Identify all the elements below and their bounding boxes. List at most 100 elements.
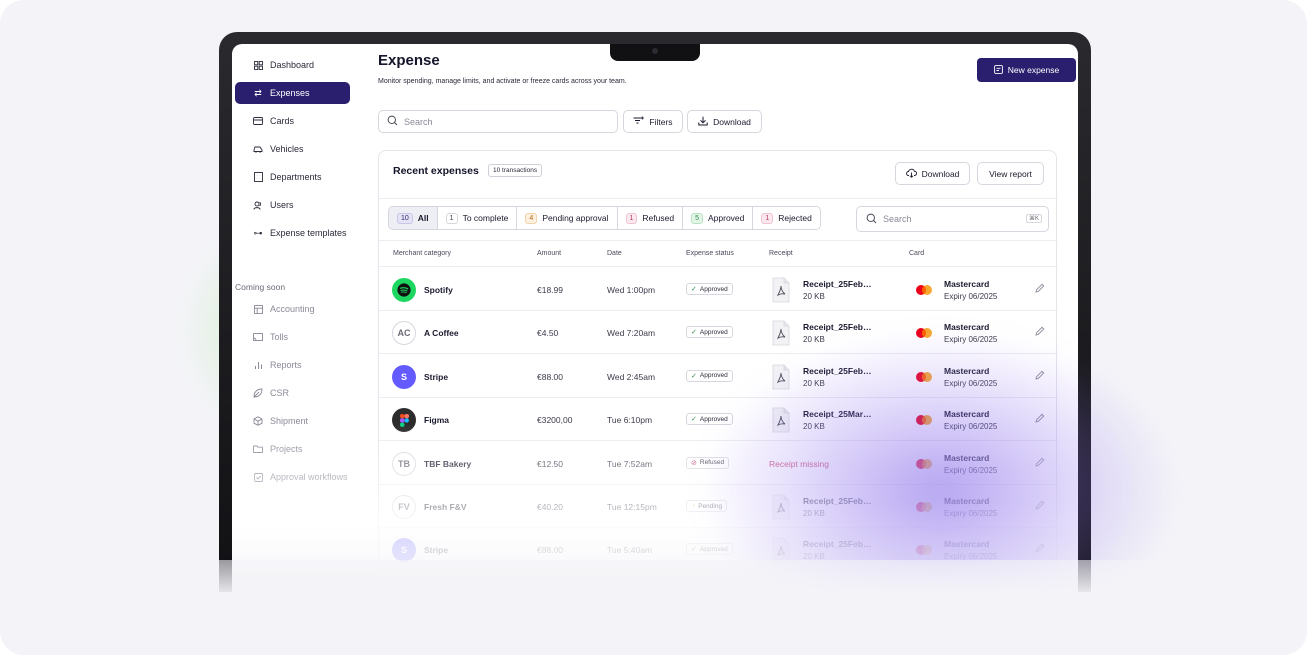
merchant-name: TBF Bakery: [424, 458, 472, 469]
tab-to-complete[interactable]: 1 To complete: [437, 207, 518, 229]
status-badge: ✓ Approved: [686, 413, 733, 426]
pdf-file-icon[interactable]: [770, 364, 792, 390]
merchant-avatar: S: [392, 538, 416, 563]
camera-icon: [652, 48, 658, 54]
card-expiry: Expiry 06/2025: [944, 378, 998, 388]
new-expense-button[interactable]: New expense: [977, 58, 1076, 82]
sidebar-item-accounting[interactable]: Accounting: [235, 298, 350, 320]
tab-approved[interactable]: 5 Approved: [683, 207, 754, 229]
sidebar-item-expenses[interactable]: ⇄ Expenses: [235, 82, 350, 104]
download-button[interactable]: Download: [687, 110, 762, 133]
tab-label: Rejected: [778, 213, 812, 223]
sidebar-item-label: Dashboard: [270, 60, 315, 70]
merchant-name: A Coffee: [424, 328, 459, 339]
sidebar-item-departments[interactable]: Departments: [235, 166, 350, 188]
folder-icon: [253, 444, 263, 454]
sidebar-item-dashboard[interactable]: Dashboard: [235, 54, 350, 76]
table-row[interactable]: Figma €3200,00 Tue 6:10pm ✓ Approved Receipt_…: [379, 398, 1058, 442]
column-header[interactable]: Receipt: [769, 250, 793, 257]
download-label: Download: [713, 116, 751, 127]
sidebar-item-tolls[interactable]: Tolls: [235, 326, 350, 348]
column-header[interactable]: Date: [607, 250, 622, 257]
card-name: Mastercard: [944, 539, 990, 550]
card-name: Mastercard: [944, 322, 990, 333]
sidebar-item-vehicles[interactable]: Vehicles: [235, 138, 350, 160]
credit-card-icon: [253, 116, 263, 126]
edit-pencil-icon[interactable]: [1035, 457, 1045, 470]
tab-pending-approval[interactable]: 4 Pending approval: [517, 207, 618, 229]
table-row[interactable]: TB TBF Bakery €12.50 Tue 7:52am ⊘ Refused Rece…: [379, 442, 1058, 485]
receipt-missing-text: Receipt missing: [769, 458, 829, 469]
pdf-file-icon[interactable]: [770, 494, 792, 520]
sidebar-item-label: Tolls: [270, 332, 289, 342]
merchant-avatar: [392, 408, 416, 433]
tab-rejected[interactable]: 1 Rejected: [753, 207, 820, 229]
amount-value: €40.20: [537, 502, 563, 512]
sidebar-item-reports[interactable]: Reports: [235, 354, 350, 376]
status-label: Refused: [699, 459, 725, 467]
merchant-name: Stripe: [424, 545, 449, 556]
amount-value: €88.00: [537, 545, 563, 556]
merchant-avatar: TB: [392, 451, 416, 476]
users-icon: [253, 200, 263, 210]
status-icon: ✓: [691, 546, 697, 554]
column-header[interactable]: Merchant category: [393, 250, 451, 257]
coming-soon-heading: Coming soon: [235, 282, 286, 292]
pdf-file-icon[interactable]: [770, 407, 792, 433]
table-icon: [253, 304, 263, 314]
edit-pencil-icon[interactable]: [1035, 413, 1045, 426]
mastercard-icon: [914, 458, 934, 470]
merchant-avatar: AC: [392, 321, 416, 346]
edit-pencil-icon[interactable]: [1035, 370, 1045, 383]
edit-pencil-icon[interactable]: [1035, 326, 1045, 339]
view-report-button[interactable]: View report: [977, 162, 1044, 185]
sidebar-item-shipment[interactable]: Shipment: [235, 410, 350, 432]
status-icon: ◔: [691, 502, 696, 510]
date-value: Tue 5:40am: [607, 545, 653, 556]
edit-pencil-icon[interactable]: [1035, 500, 1045, 513]
expenses-search-input[interactable]: Search ⌘K: [856, 206, 1049, 232]
tab-all[interactable]: 10 All: [389, 207, 438, 229]
sidebar-item-users[interactable]: Users: [235, 194, 350, 216]
table-row[interactable]: S Stripe €88.00 Wed 2:45am ✓ Approved Receipt_…: [379, 355, 1058, 398]
receipt-filename: Receipt_25Mar…: [803, 409, 872, 420]
column-header[interactable]: Amount: [537, 250, 561, 257]
card-expiry: Expiry 06/2025: [944, 335, 998, 345]
camera-notch: [610, 44, 700, 61]
tab-refused[interactable]: 1 Refused: [617, 207, 684, 229]
edit-pencil-icon[interactable]: [1035, 283, 1045, 296]
edit-pencil-icon[interactable]: [1035, 543, 1045, 556]
table-row[interactable]: Spotify €18.99 Wed 1:00pm ✓ Approved Receipt_…: [379, 268, 1058, 311]
sidebar-item-csr[interactable]: CSR: [235, 382, 350, 404]
card-name: Mastercard: [944, 452, 990, 463]
date-value: Tue 7:52am: [607, 458, 653, 469]
sidebar-item-label: Approval workflows: [270, 472, 348, 482]
card-name: Mastercard: [944, 279, 990, 289]
receipt-filesize: 20 KB: [803, 378, 825, 388]
column-header[interactable]: Expense status: [686, 250, 734, 257]
checklist-icon: [253, 472, 263, 482]
mastercard-icon: [914, 327, 934, 339]
status-label: Approved: [699, 415, 728, 423]
template-icon: ⊶: [253, 227, 263, 238]
filters-button[interactable]: Filters: [623, 110, 683, 133]
download-icon: [698, 116, 708, 128]
page-subtitle: Monitor spending, manage limits, and act…: [378, 78, 627, 85]
sidebar-item-expense-templates[interactable]: ⊶ Expense templates: [235, 222, 350, 244]
app-screen: Dashboard ⇄ Expenses Cards Vehicles Depa…: [232, 44, 1078, 604]
sidebar-item-projects[interactable]: Projects: [235, 438, 350, 460]
tab-count: 1: [761, 212, 774, 224]
pdf-file-icon[interactable]: [770, 320, 792, 346]
card-download-button[interactable]: Download: [895, 162, 970, 185]
search-placeholder: Search: [404, 116, 433, 127]
amount-value: €88.00: [537, 371, 563, 382]
pdf-file-icon[interactable]: [770, 277, 792, 303]
table-row[interactable]: FV Fresh F&V €40.20 Tue 12:15pm ◔ Pending Rece…: [379, 485, 1058, 528]
status-icon: ✓: [691, 372, 697, 380]
sidebar-item-cards[interactable]: Cards: [235, 110, 350, 132]
search-input[interactable]: Search: [378, 110, 618, 133]
status-badge: ◔ Pending: [686, 500, 728, 512]
sidebar-item-approval-workflows[interactable]: Approval workflows: [235, 466, 350, 488]
table-row[interactable]: AC A Coffee €4.50 Wed 7:20am ✓ Approved Receip…: [379, 311, 1058, 355]
column-header[interactable]: Card: [909, 250, 924, 257]
